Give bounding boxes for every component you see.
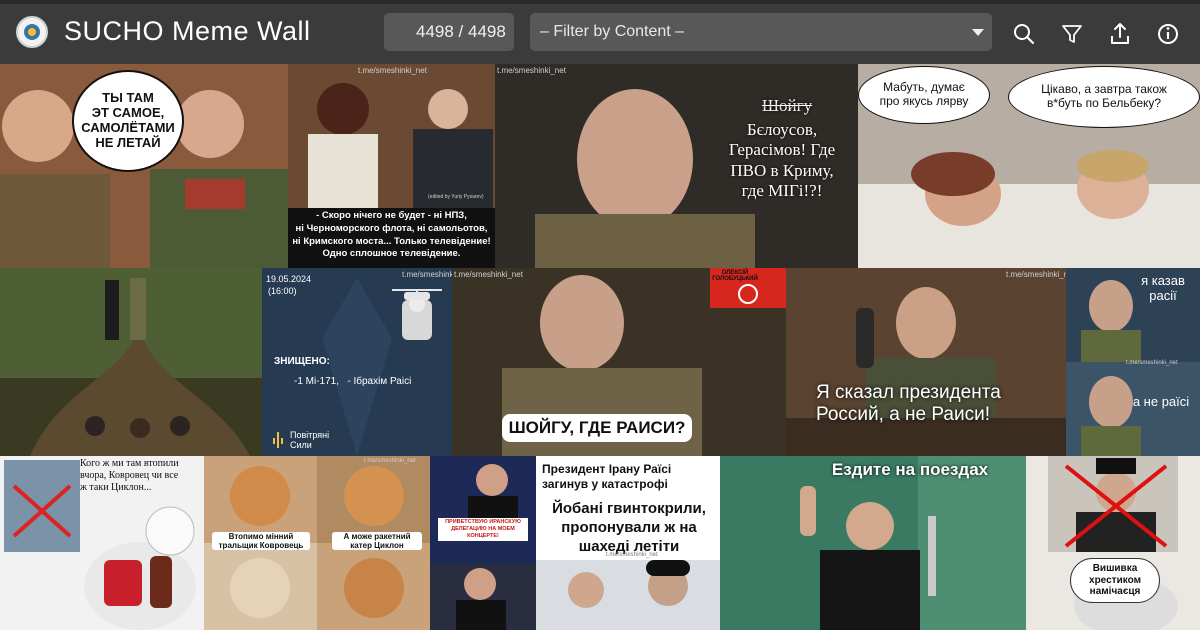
- channel-badge: ОЛЕКСІЙ ГОЛОБУЦЬКИЙ: [712, 270, 758, 282]
- top-bar: SUCHO Meme Wall 4498 / 4498 – Filter by …: [0, 0, 1200, 64]
- info-button[interactable]: [1154, 20, 1182, 48]
- meme-tile-zelensky-phone[interactable]: t.me/smeshinki_net Я сказал президента Р…: [786, 268, 1066, 456]
- upload-icon: [1111, 23, 1129, 44]
- watermark: t.me/smeshinki_net: [606, 552, 658, 558]
- meme-tile-forest[interactable]: [0, 268, 262, 456]
- meme-image: [720, 456, 1026, 630]
- watermark: t.me/smeshinki_net: [1126, 360, 1178, 366]
- meme-tile-kim-train[interactable]: Ездите на поездах: [720, 456, 1026, 630]
- watermark: t.me/smeshinki_net: [1006, 270, 1066, 279]
- watermark: t.me/smeshinki_net: [364, 458, 416, 464]
- credit-text: (edited by Yuriy Pysarev): [428, 194, 484, 200]
- speech-bubble-left: Мабуть, думає про якусь лярву: [858, 66, 990, 124]
- meme-tile-cats[interactable]: t.me/smeshinki_net Втопимо мінний тральщ…: [204, 456, 430, 630]
- meme-tile-cat-ship[interactable]: Кого ж ми там втопили вчора, Ковровец чи…: [0, 456, 204, 630]
- time-text: (16:00): [268, 286, 297, 296]
- meme-tile-kobzon[interactable]: ПРИВЕТСТВУЮ ИРАНСКУЮ ДЕЛЕГАЦИЮ НА МОЕМ К…: [430, 456, 536, 630]
- chevron-down-icon: [972, 29, 984, 36]
- search-icon: [1014, 24, 1035, 45]
- news-header: Президент Ірану Раїсі загинув у катастро…: [542, 462, 672, 491]
- meme-image: [0, 268, 262, 456]
- speech-bubble: ТЫ ТАМ ЭТ САМОЕ, САМОЛЁТАМИ НЕ ЛЕТАЙ: [72, 70, 184, 172]
- filter-button[interactable]: [1058, 20, 1086, 48]
- meme-tile-bed[interactable]: Мабуть, думає про якусь лярву Цікаво, а …: [858, 64, 1200, 268]
- air-force-label: Повітряні Сили: [290, 430, 330, 450]
- content-filter-label: – Filter by Content –: [540, 23, 685, 40]
- caption-left: Втопимо мінний тральщик Ковровець: [212, 532, 310, 550]
- caption-top: я казав расії: [1141, 273, 1185, 303]
- speech-bubble-right: Цікаво, а завтра також в*буть по Бельбек…: [1008, 66, 1200, 128]
- search-button[interactable]: [1010, 20, 1038, 48]
- struck-word: Шойгу: [761, 96, 813, 115]
- watermark: t.me/smeshinki_net: [358, 66, 427, 75]
- meme-tile-air-force[interactable]: t.me/smeshinki_net 19.05.2024 (16:00) ЗН…: [262, 268, 452, 456]
- meme-tile-raisi-news[interactable]: Президент Ірану Раїсі загинув у катастро…: [536, 456, 720, 630]
- meme-tile-raisi-putin[interactable]: Вишивка хрестиком намічаєця: [1026, 456, 1200, 630]
- meme-caption: ШОЙГУ, ГДЕ РАИСИ?: [502, 414, 692, 442]
- meme-counter: 4498 / 4498: [384, 13, 514, 51]
- meme-image: [1026, 456, 1200, 630]
- meme-caption: Я сказал президента Россий, а не Раиси!: [816, 382, 1001, 425]
- meme-image: [430, 456, 536, 630]
- watermark: t.me/smeshinki_net: [454, 270, 523, 279]
- filter-icon: [1062, 25, 1082, 43]
- meme-tile-shoigu-raisi[interactable]: t.me/smeshinki_net ОЛЕКСІЙ ГОЛОБУЦЬКИЙ Ш…: [452, 268, 786, 456]
- upload-button[interactable]: [1106, 20, 1134, 48]
- destroyed-header: ЗНИЩЕНО:: [274, 356, 330, 367]
- date-text: 19.05.2024: [266, 274, 312, 284]
- speech-bubble: Вишивка хрестиком намічаєця: [1070, 558, 1160, 603]
- logo-sun-icon: [28, 28, 36, 36]
- meme-tile-shoigu-prigozhin[interactable]: ТЫ ТАМ ЭТ САМОЕ, САМОЛЁТАМИ НЕ ЛЕТАЙ: [0, 64, 288, 268]
- app-title: SUCHO Meme Wall: [64, 16, 311, 46]
- info-icon: [1158, 24, 1178, 44]
- meme-grid: ТЫ ТАМ ЭТ САМОЕ, САМОЛЁТАМИ НЕ ЛЕТАЙ t.m…: [0, 64, 1200, 630]
- meme-image: [786, 268, 1066, 456]
- meme-caption: Бєлоусов, Герасімов! Где ПВО в Криму, гд…: [728, 120, 836, 201]
- content-filter-select[interactable]: – Filter by Content –: [530, 13, 992, 51]
- caption-bottom: а не раїсі: [1132, 394, 1190, 409]
- caption-right: А може ракетний катер Циклон: [332, 532, 422, 550]
- meme-tile-prigozhin-pvo[interactable]: t.me/smeshinki_net Шойгу Бєлоусов, Герас…: [495, 64, 858, 268]
- meme-caption: - Скоро нічего не будет - ні НПЗ, ні Чер…: [292, 210, 491, 260]
- meme-caption: ПРИВЕТСТВУЮ ИРАНСКУЮ ДЕЛЕГАЦИЮ НА МОЕМ К…: [438, 518, 528, 542]
- destroyed-list: -1 Мі-171, - Ібрахім Раісі: [294, 376, 412, 387]
- sucho-logo[interactable]: [16, 16, 48, 48]
- meme-tile-budanov[interactable]: t.me/smeshinki_net я казав расії а не ра…: [1066, 268, 1200, 456]
- meme-caption: Кого ж ми там втопили вчора, Ковровец чи…: [80, 458, 179, 493]
- meme-caption: Йобані гвинтокрили, пропонували ж на шах…: [552, 500, 706, 555]
- meme-tile-old-film[interactable]: t.me/smeshinki_net (edited by Yuriy Pysa…: [288, 64, 495, 268]
- watermark: t.me/smeshinki_net: [402, 270, 452, 279]
- watermark: t.me/smeshinki_net: [497, 66, 566, 75]
- meme-caption: Ездите на поездах: [831, 460, 989, 479]
